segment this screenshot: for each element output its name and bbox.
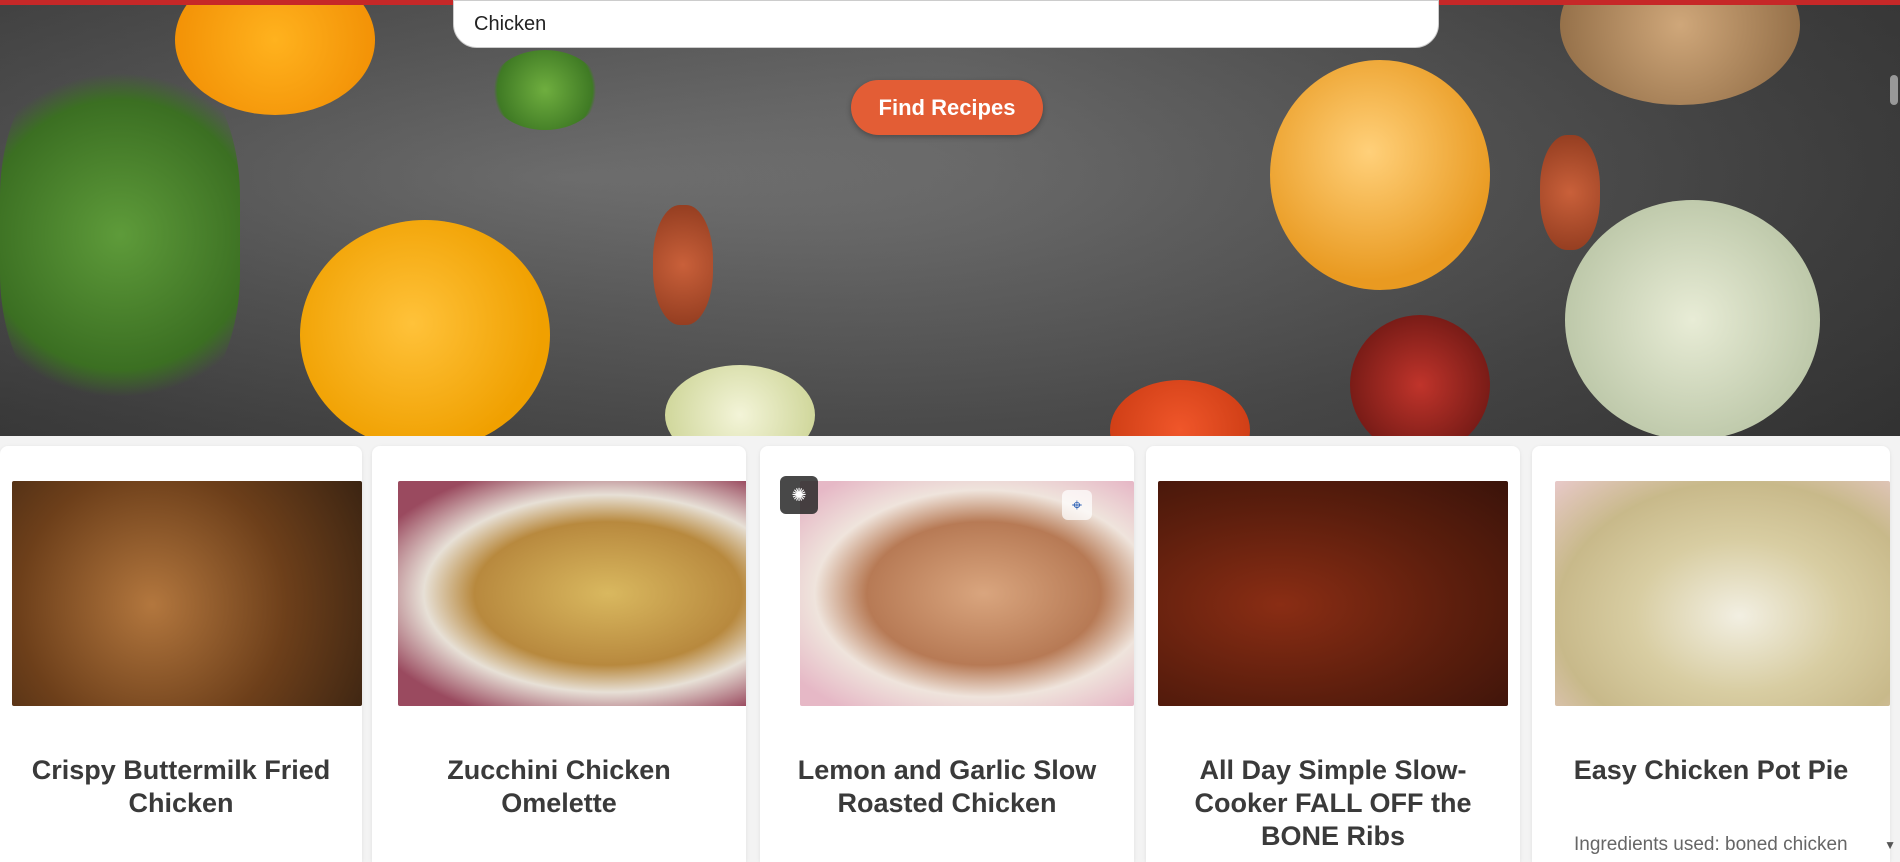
brain-icon[interactable]: ✺ xyxy=(780,476,818,514)
recipe-card-row: Crispy Buttermilk Fried Chicken Zucchini… xyxy=(0,436,1900,862)
quince-decor xyxy=(1270,60,1490,290)
recipe-card[interactable]: Easy Chicken Pot Pie Ingredients used: b… xyxy=(1532,446,1890,862)
page-scrollbar[interactable] xyxy=(1886,5,1900,862)
orange-decor xyxy=(300,220,550,436)
recipe-image[interactable] xyxy=(1158,481,1508,706)
recipe-title[interactable]: Easy Chicken Pot Pie xyxy=(1552,754,1870,787)
almond-decor xyxy=(653,205,713,325)
recipe-card[interactable]: ✺ ⌖ Lemon and Garlic Slow Roasted Chicke… xyxy=(760,446,1134,862)
search-input[interactable] xyxy=(453,0,1439,48)
recipe-card[interactable]: All Day Simple Slow-Cooker FALL OFF the … xyxy=(1146,446,1520,862)
recipe-title[interactable]: Crispy Buttermilk Fried Chicken xyxy=(20,754,342,820)
scroll-thumb[interactable] xyxy=(1890,75,1898,105)
recipe-image[interactable] xyxy=(1555,481,1890,706)
recipe-image[interactable] xyxy=(398,481,746,706)
recipe-card[interactable]: Zucchini Chicken Omelette xyxy=(372,446,746,862)
bowl-decor xyxy=(1565,200,1820,436)
recipe-title[interactable]: All Day Simple Slow-Cooker FALL OFF the … xyxy=(1166,754,1500,853)
broccoli-small-decor xyxy=(490,50,600,130)
recipe-title[interactable]: Lemon and Garlic Slow Roasted Chicken xyxy=(780,754,1114,820)
find-recipes-button[interactable]: Find Recipes xyxy=(851,80,1043,135)
almond-right-decor xyxy=(1540,135,1600,250)
recipe-image[interactable] xyxy=(12,481,362,706)
lens-icon[interactable]: ⌖ xyxy=(1062,490,1092,520)
recipe-card[interactable]: Crispy Buttermilk Fried Chicken xyxy=(0,446,362,862)
scroll-down-arrow-icon[interactable]: ▼ xyxy=(1884,838,1896,852)
hero-banner xyxy=(0,5,1900,436)
broccoli-decor xyxy=(0,45,240,425)
recipe-ingredients: Ingredients used: boned chicken xyxy=(1574,834,1848,855)
recipe-title[interactable]: Zucchini Chicken Omelette xyxy=(392,754,726,820)
